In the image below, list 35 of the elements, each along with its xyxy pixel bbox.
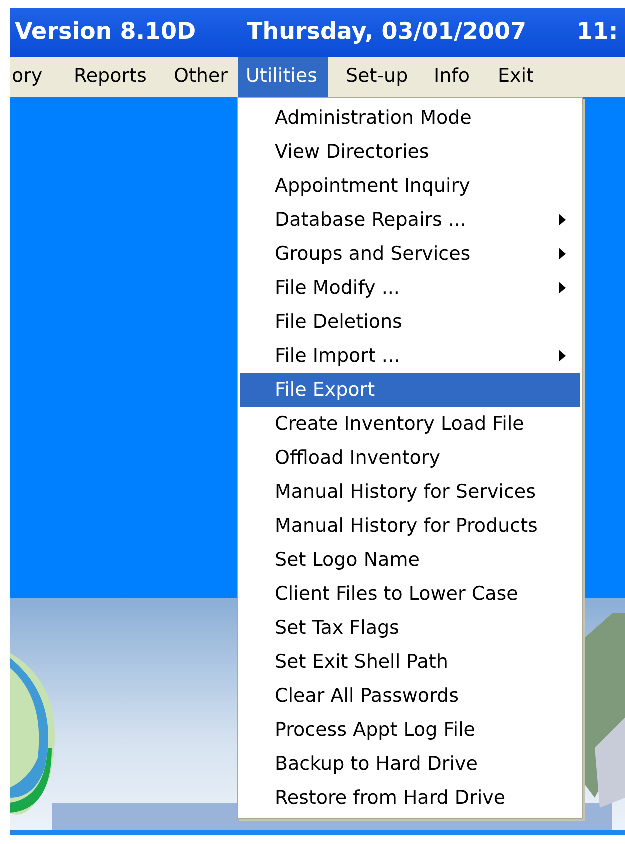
menu-item[interactable]: View Directories [240, 135, 580, 169]
menu-item[interactable]: Client Files to Lower Case [240, 577, 580, 611]
menu-item[interactable]: Other [166, 57, 236, 97]
menu-item[interactable]: Utilities [238, 57, 328, 97]
submenu-arrow-icon [559, 350, 566, 362]
submenu-arrow-icon [559, 282, 566, 294]
menu-item[interactable]: Reports [66, 57, 155, 97]
menu-item[interactable]: Exit [490, 57, 542, 97]
title-text: 11: [577, 19, 618, 45]
menu-item[interactable]: Set Tax Flags [240, 611, 580, 645]
menu-item[interactable]: Set-up [338, 57, 416, 97]
menu-item[interactable]: Database Repairs ... [240, 203, 580, 237]
title-text: Version 8.10D [15, 19, 196, 45]
menu-item[interactable]: Clear All Passwords [240, 679, 580, 713]
menu-item[interactable]: Info [426, 57, 478, 97]
menu-item[interactable]: Groups and Services [240, 237, 580, 271]
menu-item[interactable]: Process Appt Log File [240, 713, 580, 747]
menu-item[interactable]: Restore from Hard Drive [240, 781, 580, 815]
submenu-arrow-icon [559, 214, 566, 226]
menu-item[interactable]: File Export [240, 373, 580, 407]
menu-item[interactable]: Backup to Hard Drive [240, 747, 580, 781]
menu-item[interactable]: File Modify ... [240, 271, 580, 305]
menu-item[interactable]: Create Inventory Load File [240, 407, 580, 441]
submenu-arrow-icon [559, 248, 566, 260]
menu-item[interactable]: ory [12, 57, 51, 97]
menu-item[interactable]: File Deletions [240, 305, 580, 339]
menu-item[interactable]: Manual History for Services [240, 475, 580, 509]
menu-item[interactable]: Manual History for Products [240, 509, 580, 543]
menu-item[interactable]: Offload Inventory [240, 441, 580, 475]
menu-item[interactable]: Appointment Inquiry [240, 169, 580, 203]
menu-item[interactable]: File Import ... [240, 339, 580, 373]
menu-item[interactable]: Administration Mode [240, 101, 580, 135]
menu-item[interactable]: Set Exit Shell Path [240, 645, 580, 679]
title-text: Thursday, 03/01/2007 [247, 19, 527, 45]
menu-item[interactable]: Set Logo Name [240, 543, 580, 577]
